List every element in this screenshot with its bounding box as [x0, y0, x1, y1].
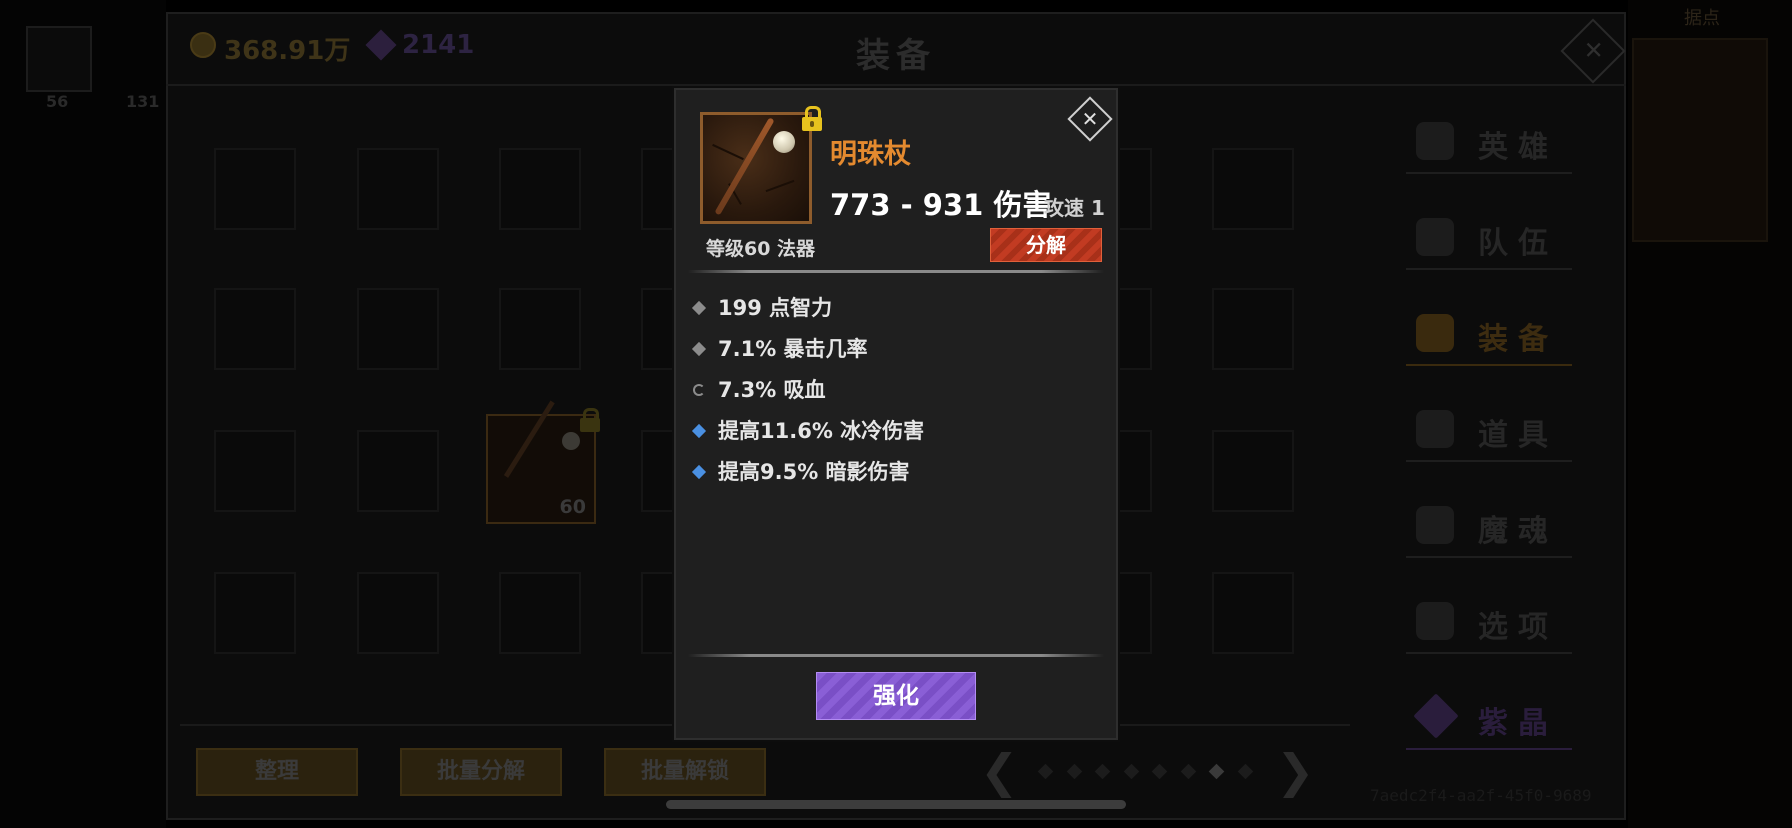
left-hud-count-2: 131	[126, 92, 160, 111]
item-name: 明珠杖	[830, 139, 911, 170]
tab-label: 英雄	[1478, 130, 1558, 165]
prev-page-button[interactable]: ❮	[980, 744, 1019, 798]
tab-icon	[1416, 410, 1454, 448]
enhance-button[interactable]: 强化	[816, 672, 976, 720]
stat-line: 7.1% 暴击几率	[690, 333, 868, 363]
diamond-bullet-icon	[691, 300, 707, 316]
pearl-orb	[773, 131, 795, 153]
inventory-slot[interactable]	[357, 572, 439, 654]
blue-diamond-bullet-icon	[691, 464, 707, 480]
stat-line: 提高11.6% 冰冷伤害	[690, 415, 924, 445]
stat-line: 提高9.5% 暗影伤害	[690, 456, 910, 486]
diamond-bullet-icon	[691, 341, 707, 357]
batch-unlock-button[interactable]: 批量解锁	[604, 748, 766, 796]
left-hud: 56 131	[0, 0, 166, 828]
blue-diamond-bullet-icon	[691, 423, 707, 439]
decompose-button[interactable]: 分解	[990, 228, 1102, 262]
stat-line: 199 点智力	[690, 292, 832, 322]
inventory-slot[interactable]	[214, 430, 296, 512]
tab-4[interactable]: 魔魂	[1406, 496, 1572, 558]
footer-divider	[688, 654, 1104, 657]
tab-label: 道具	[1478, 418, 1558, 453]
batch-decompose-button[interactable]: 批量分解	[400, 748, 562, 796]
tab-0[interactable]: 英雄	[1406, 112, 1572, 174]
lock-icon	[580, 408, 600, 432]
item-level-type: 等级60 法器	[706, 238, 816, 260]
inventory-slot[interactable]	[357, 430, 439, 512]
tab-label: 装备	[1478, 322, 1558, 357]
inventory-slot[interactable]	[1212, 288, 1294, 370]
next-page-button[interactable]: ❯	[1276, 744, 1315, 798]
header-divider	[688, 270, 1104, 273]
lock-icon[interactable]	[802, 106, 822, 131]
tab-icon	[1416, 218, 1454, 256]
staff-orb	[562, 432, 580, 450]
tab-label: 队伍	[1478, 226, 1558, 261]
inventory-slot[interactable]	[499, 288, 581, 370]
inventory-item-level: 60	[559, 496, 586, 518]
inventory-slot[interactable]	[1212, 572, 1294, 654]
tab-icon	[1416, 602, 1454, 640]
inventory-slot[interactable]	[1212, 148, 1294, 230]
tab-label: 选项	[1478, 610, 1558, 645]
item-damage: 773 - 931 伤害	[830, 188, 1052, 222]
tab-3[interactable]: 道具	[1406, 400, 1572, 462]
tab-icon	[1413, 693, 1459, 739]
inventory-slot[interactable]	[1212, 430, 1294, 512]
home-indicator[interactable]	[666, 800, 1126, 809]
close-icon: ✕	[1583, 36, 1604, 65]
inventory-slot[interactable]	[214, 288, 296, 370]
staff-icon	[714, 117, 775, 216]
tab-5[interactable]: 选项	[1406, 592, 1572, 654]
close-icon: ✕	[1081, 107, 1099, 131]
left-hud-count-1: 56	[46, 92, 69, 111]
tab-label: 魔魂	[1478, 514, 1558, 549]
inventory-slot[interactable]	[357, 288, 439, 370]
stat-line: 7.3% 吸血	[690, 374, 826, 404]
stronghold-label: 据点	[1684, 8, 1720, 29]
right-hud: 据点 ▤ ☺ ⚗ ☰	[1628, 0, 1792, 828]
tab-icon	[1416, 122, 1454, 160]
attack-speed: 攻速 1	[1044, 196, 1105, 220]
sort-button[interactable]: 整理	[196, 748, 358, 796]
tab-label: 紫晶	[1478, 706, 1558, 741]
tab-6[interactable]: 紫晶	[1406, 688, 1572, 750]
inventory-slot[interactable]	[214, 572, 296, 654]
item-portrait	[700, 112, 812, 224]
tab-icon	[1416, 314, 1454, 352]
page-title: 装备	[856, 36, 936, 76]
inventory-slot[interactable]	[214, 148, 296, 230]
inventory-slot[interactable]	[499, 148, 581, 230]
cycle-bullet-icon	[693, 384, 705, 396]
inventory-slot[interactable]	[357, 148, 439, 230]
session-id: 7aedc2f4-aa2f-45f0-9689	[1370, 786, 1592, 805]
tab-2[interactable]: 装备	[1406, 304, 1572, 366]
tab-1[interactable]: 队伍	[1406, 208, 1572, 270]
inventory-slot[interactable]	[499, 572, 581, 654]
tab-icon	[1416, 506, 1454, 544]
